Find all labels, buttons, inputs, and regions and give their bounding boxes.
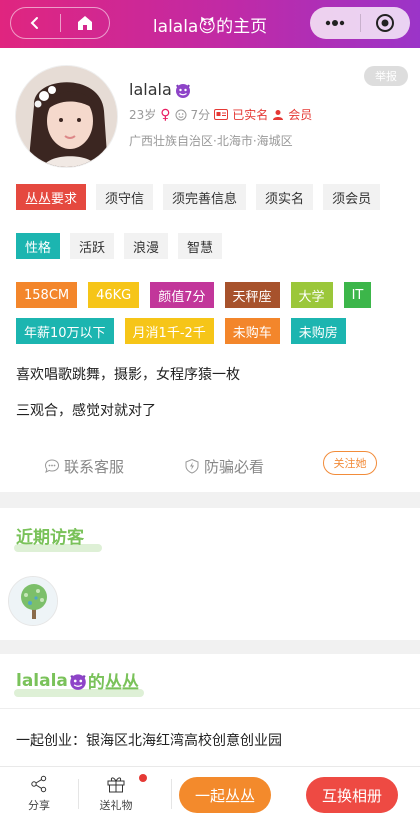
- follow-button[interactable]: 关注她: [323, 451, 377, 475]
- tree-avatar-image: [9, 577, 57, 625]
- personality-label: 性格: [16, 233, 61, 259]
- send-gift-button[interactable]: 送礼物: [86, 775, 146, 813]
- visitor-avatar[interactable]: [8, 576, 58, 626]
- personality-row: 性格 活跃 浪漫 智慧: [16, 233, 223, 259]
- recent-visitors-title: 近期访客: [14, 523, 102, 552]
- nav-capsule: [10, 7, 110, 39]
- devil-emoji-icon: [175, 83, 190, 98]
- section-gap: [0, 492, 420, 508]
- female-icon: ♀: [160, 106, 171, 123]
- smile-icon: [175, 109, 187, 120]
- personality-tag: 智慧: [178, 233, 223, 259]
- location-label: 广西壮族自治区·北海市·海城区: [129, 134, 293, 148]
- spending-tag: 月消1千-2千: [124, 318, 214, 344]
- score-label: 7分: [190, 108, 211, 122]
- requirement-tag: 须实名: [256, 184, 314, 210]
- section-gap: [0, 640, 420, 654]
- requirements-row: 丛丛要求 须守信 须完善信息 须实名 须会员: [16, 184, 381, 210]
- antifraud-button[interactable]: 防骗必看: [184, 451, 264, 481]
- age-label: 23岁: [129, 108, 157, 122]
- close-miniapp-button[interactable]: [360, 7, 410, 39]
- exchange-album-button[interactable]: 互换相册: [306, 777, 398, 813]
- devil-emoji-icon: [70, 673, 86, 690]
- target-icon: [376, 14, 395, 32]
- back-button[interactable]: [11, 7, 60, 39]
- requirement-tag: 须守信: [96, 184, 154, 210]
- car-tag: 未购车: [224, 318, 280, 344]
- requirement-tag: 须完善信息: [163, 184, 247, 210]
- industry-tag: IT: [343, 282, 372, 308]
- notification-dot: [139, 774, 147, 782]
- top-bar: lalala😈的主页: [0, 0, 420, 48]
- avatar-photo: [16, 66, 117, 167]
- personality-tag: 活跃: [70, 233, 115, 259]
- gift-box-icon: [107, 777, 125, 793]
- zodiac-tag: 天秤座: [224, 282, 280, 308]
- attributes-row-2: 年薪10万以下 月消1千-2千 未购车 未购房: [16, 318, 346, 344]
- attributes-row-1: 158CM 46KG 颜值7分 天秤座 大学 IT: [16, 282, 372, 308]
- contact-service-button[interactable]: 联系客服: [44, 451, 124, 481]
- miniapp-capsule: [310, 7, 410, 39]
- divider: [0, 708, 420, 709]
- house-tag: 未购房: [290, 318, 346, 344]
- salary-tag: 年薪10万以下: [16, 318, 114, 344]
- share-icon: [31, 775, 47, 793]
- height-tag: 158CM: [16, 282, 78, 308]
- chat-bubble-icon: [44, 459, 60, 473]
- congcong-title: lalala 的丛丛: [14, 668, 144, 697]
- profile-meta: 23岁 ♀ 7分 已实名 会员: [129, 106, 312, 123]
- congcong-item[interactable]: 一起创业：银海区北海红湾高校创意创业园: [16, 730, 282, 750]
- page-title: lalala😈的主页: [152, 16, 268, 37]
- personality-tag: 浪漫: [124, 233, 169, 259]
- looks-tag: 颜值7分: [150, 282, 214, 308]
- share-button[interactable]: 分享: [9, 775, 69, 813]
- verified-label: 已实名: [232, 108, 269, 122]
- home-button[interactable]: [60, 7, 109, 39]
- home-icon: [77, 16, 92, 30]
- chevron-left-icon: [30, 17, 39, 29]
- profile-avatar[interactable]: [15, 65, 118, 168]
- id-card-icon: [214, 109, 229, 120]
- more-button[interactable]: [310, 7, 360, 39]
- member-label: 会员: [288, 108, 313, 122]
- weight-tag: 46KG: [88, 282, 140, 308]
- bio-line: 三观合，感觉对就对了: [16, 403, 156, 419]
- profile-name: lalala: [129, 80, 192, 99]
- report-button[interactable]: 举报: [364, 66, 408, 86]
- shield-lightning-icon: [185, 458, 199, 474]
- education-tag: 大学: [290, 282, 333, 308]
- requirements-label: 丛丛要求: [16, 184, 87, 210]
- requirement-tag: 须会员: [323, 184, 381, 210]
- bio-line: 喜欢唱歌跳舞，摄影，女程序猿一枚: [16, 367, 240, 383]
- member-icon: [273, 109, 284, 120]
- join-congcong-button[interactable]: 一起丛丛: [179, 777, 271, 813]
- more-dots-icon: [325, 20, 344, 26]
